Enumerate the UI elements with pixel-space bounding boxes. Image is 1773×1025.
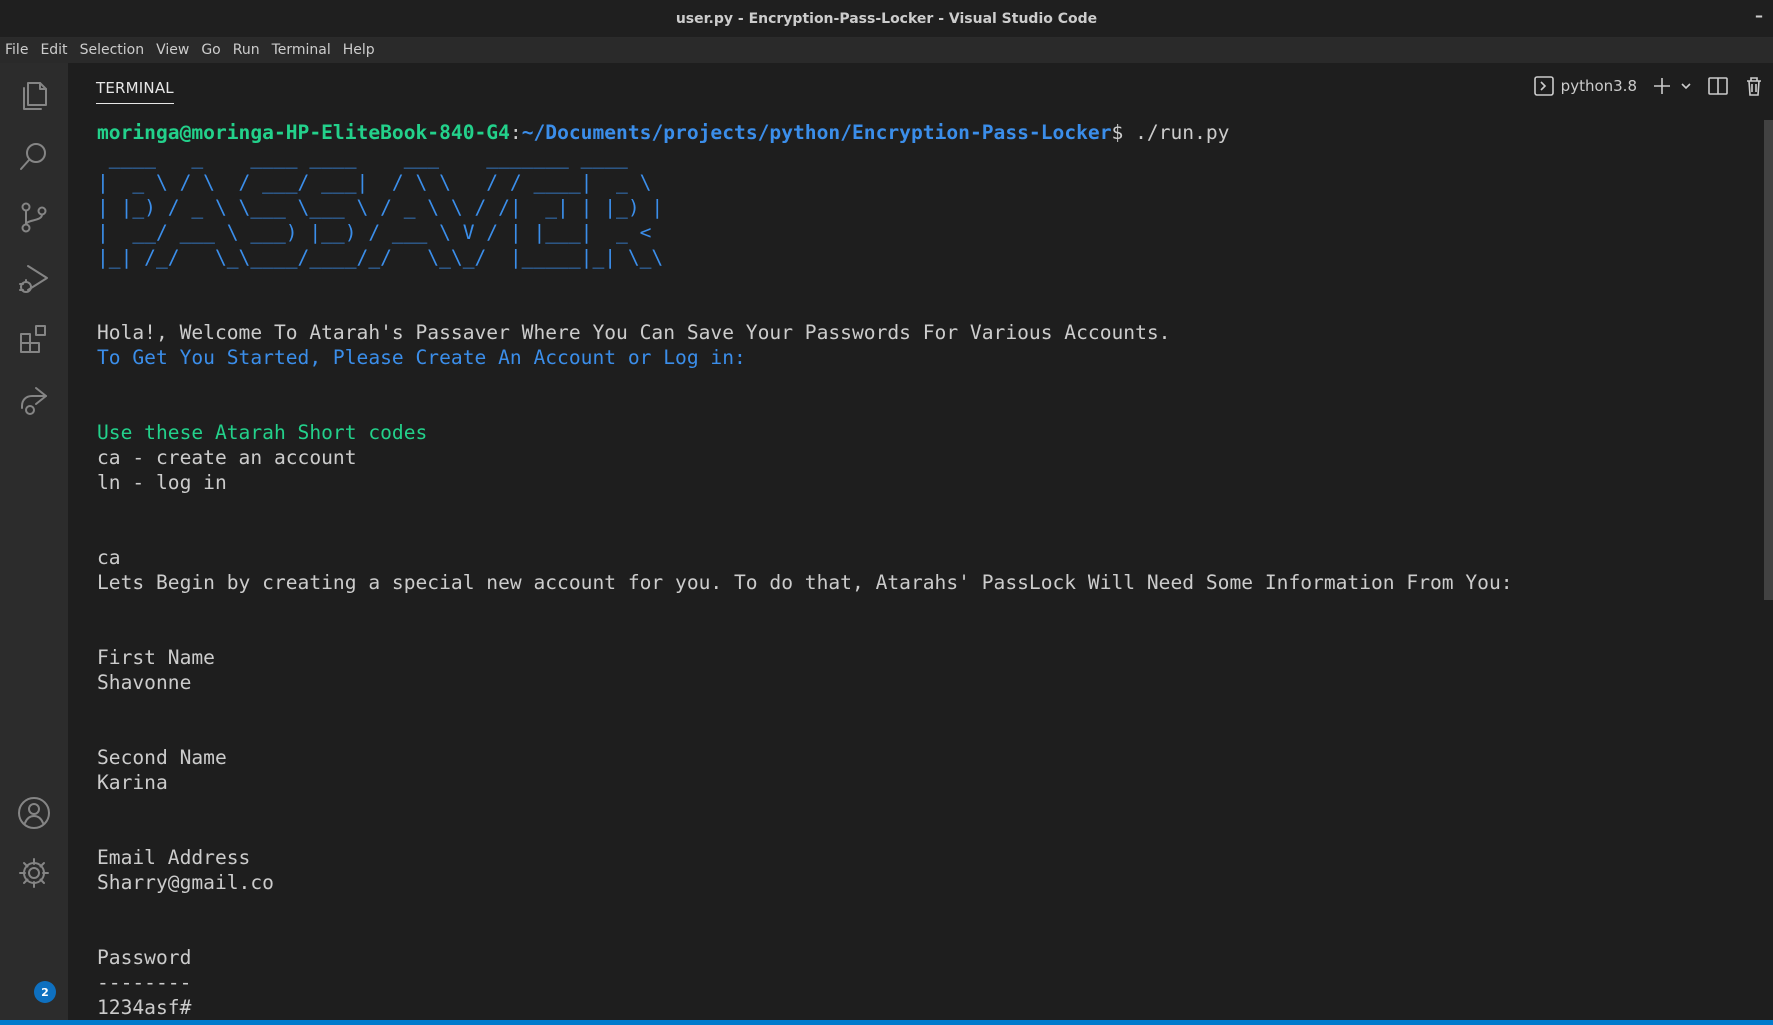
menu-view[interactable]: View xyxy=(150,38,195,63)
begin-text: Lets Begin by creating a special new acc… xyxy=(97,571,1513,594)
title-bar: user.py - Encryption-Pass-Locker - Visua… xyxy=(0,0,1773,38)
email-label: Email Address xyxy=(97,846,251,869)
first-name-label: First Name xyxy=(97,646,215,669)
activity-bar: 2 xyxy=(0,63,68,1020)
welcome-text: Hola!, Welcome To Atarah's Passaver Wher… xyxy=(97,321,1171,344)
shortcodes-title: Use these Atarah Short codes xyxy=(97,421,428,444)
plus-icon xyxy=(1654,78,1670,94)
terminal-icon xyxy=(1533,76,1554,96)
new-terminal-button[interactable] xyxy=(1651,75,1693,97)
prompt-separator: : xyxy=(509,121,522,144)
trash-icon xyxy=(1747,77,1761,96)
menu-bar: File Edit Selection View Go Run Terminal… xyxy=(0,38,1773,63)
password-rule: -------- xyxy=(97,971,192,994)
run-debug-icon[interactable] xyxy=(14,258,54,298)
second-name-label: Second Name xyxy=(97,746,227,769)
split-icon xyxy=(1708,77,1728,95)
prompt-user: moringa@moringa-HP-EliteBook-840-G4 xyxy=(97,121,510,144)
menu-file[interactable]: File xyxy=(0,38,34,63)
password-label: Password xyxy=(97,946,192,969)
menu-terminal[interactable]: Terminal xyxy=(266,38,337,63)
explorer-icon[interactable] xyxy=(14,75,54,115)
terminal-output[interactable]: moringa@moringa-HP-EliteBook-840-G4:~/Do… xyxy=(97,120,1737,1020)
gear-icon[interactable] xyxy=(14,853,54,893)
prompt-path: ~/Documents/projects/python/Encryption-P… xyxy=(521,121,1112,144)
tab-terminal[interactable]: TERMINAL xyxy=(96,79,174,104)
terminal-scrollbar[interactable] xyxy=(1764,120,1773,600)
prompt-line: moringa@moringa-HP-EliteBook-840-G4:~/Do… xyxy=(97,120,1737,145)
shell-name: python3.8 xyxy=(1560,77,1637,95)
shortcode-ca: ca - create an account xyxy=(97,446,357,469)
shortcode-ln: ln - log in xyxy=(97,471,227,494)
extensions-icon[interactable] xyxy=(14,319,54,359)
panel-actions: python3.8 xyxy=(1519,75,1765,97)
user-input-ca: ca xyxy=(97,546,121,569)
second-name-value: Karina xyxy=(97,771,168,794)
menu-help[interactable]: Help xyxy=(337,38,381,63)
menu-go[interactable]: Go xyxy=(195,38,226,63)
panel-bottom-border xyxy=(0,1020,1773,1025)
kill-terminal-button[interactable] xyxy=(1743,75,1765,97)
banner-line: ____ _ ____ ____ ___ _______ ____ xyxy=(97,146,652,169)
minimize-button[interactable]: – xyxy=(1755,6,1763,25)
email-value: Sharry@gmail.co xyxy=(97,871,274,894)
chevron-down-icon xyxy=(1681,83,1691,90)
banner-line: | |_) / _ \ \___ \___ \ / _ \ \ / /| _| … xyxy=(97,196,664,219)
terminal-shell-selector[interactable]: python3.8 xyxy=(1533,75,1637,97)
banner-line: |_| /_/ \_\____/____/_/ \_\_/ |_____|_| … xyxy=(97,246,664,269)
window-title: user.py - Encryption-Pass-Locker - Visua… xyxy=(675,10,1098,27)
menu-selection[interactable]: Selection xyxy=(74,38,151,63)
source-control-icon[interactable] xyxy=(14,197,54,237)
remote-icon[interactable] xyxy=(14,380,54,420)
menu-run[interactable]: Run xyxy=(227,38,266,63)
prompt-command: $ ./run.py xyxy=(1111,121,1230,144)
get-started-text: To Get You Started, Please Create An Acc… xyxy=(97,346,746,369)
search-icon[interactable] xyxy=(14,136,54,176)
banner-line: | _ \ / \ / ___/ ___| / \ \ / / ____| _ … xyxy=(97,171,664,194)
account-icon[interactable] xyxy=(14,793,54,833)
panel-header: TERMINAL python3.8 xyxy=(68,63,1773,115)
account-badge: 2 xyxy=(34,981,56,1003)
split-terminal-button[interactable] xyxy=(1707,75,1729,97)
banner-line: | __/ ___ \ ___) |__) / ___ \ V / | |___… xyxy=(97,221,664,244)
password-value: 1234asf# xyxy=(97,996,192,1019)
first-name-value: Shavonne xyxy=(97,671,192,694)
menu-edit[interactable]: Edit xyxy=(34,38,73,63)
